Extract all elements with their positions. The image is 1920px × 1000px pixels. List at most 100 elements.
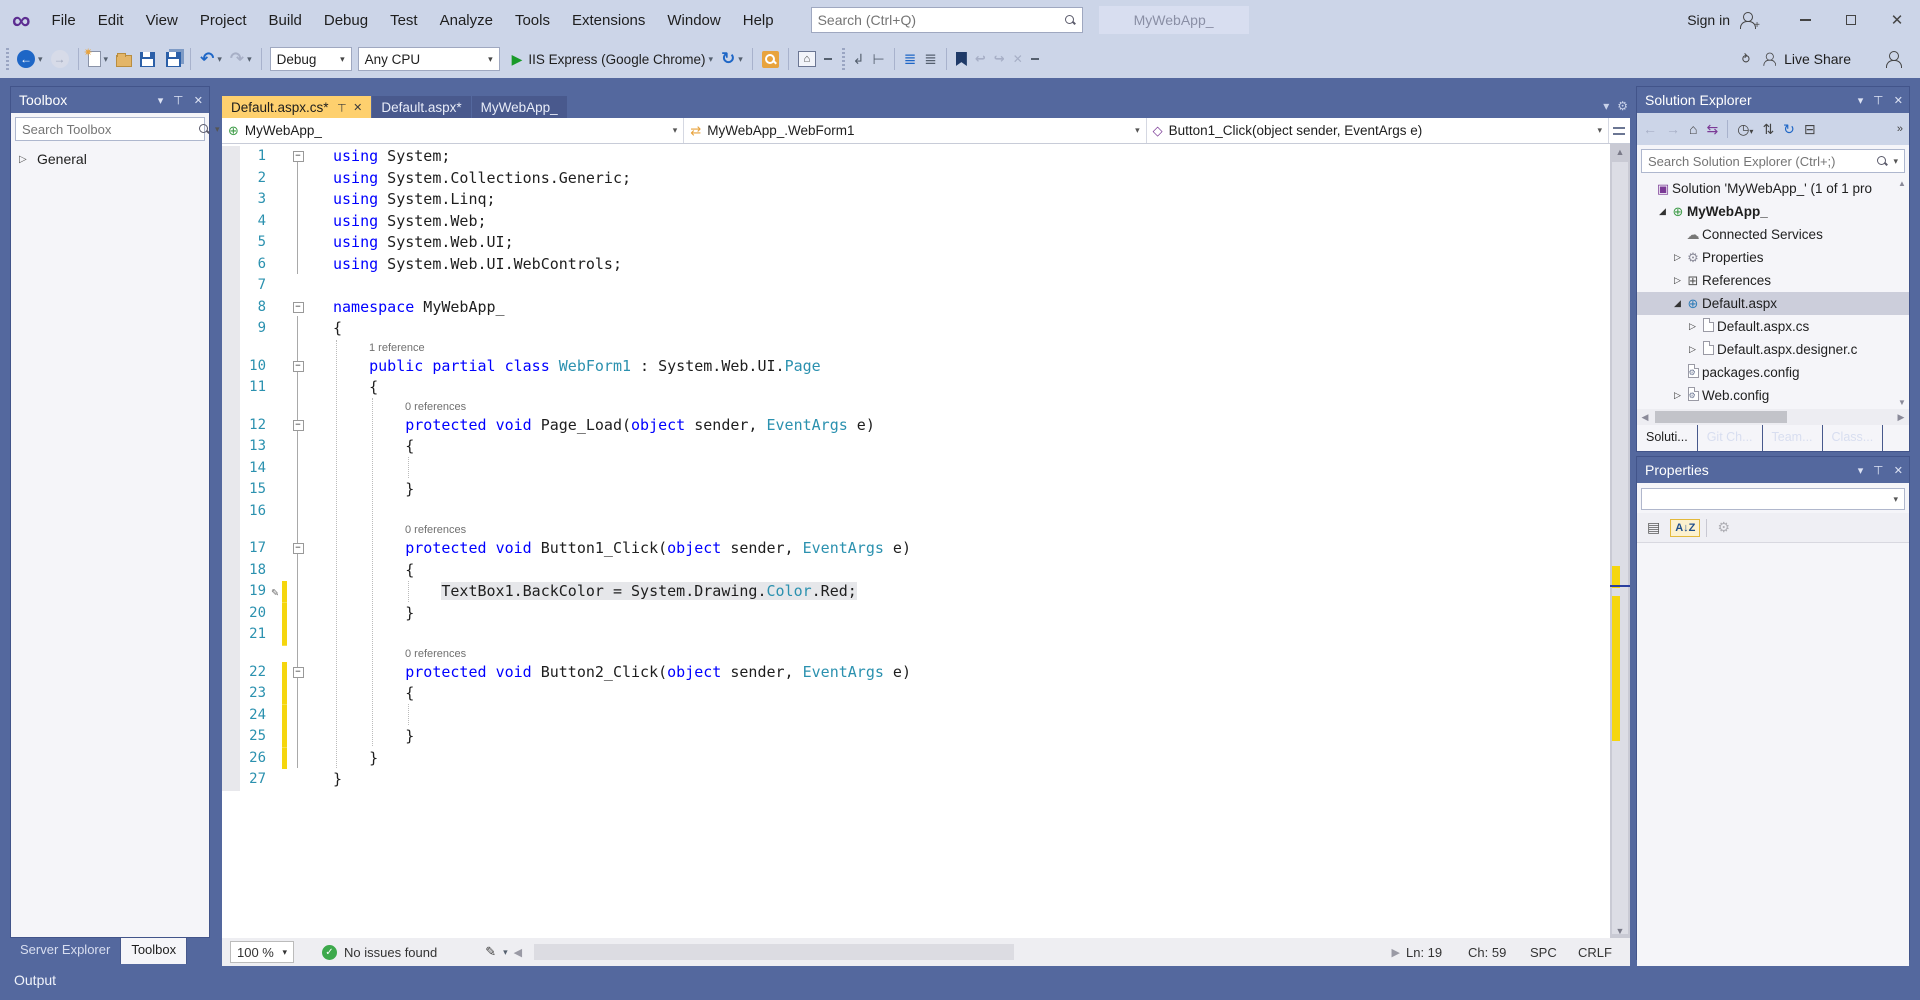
properties-window-menu-icon[interactable]: ▾ [1858, 464, 1864, 477]
code-line-25[interactable]: 25 } [222, 726, 1610, 748]
code-text[interactable]: TextBox1.BackColor = System.Drawing.Colo… [307, 581, 857, 603]
codelens-reference-label[interactable]: 0 references [307, 646, 466, 662]
codelens-reference-label[interactable]: 0 references [307, 522, 466, 538]
menu-test[interactable]: Test [379, 8, 429, 33]
uncomment-button[interactable]: ≣ [921, 47, 940, 71]
code-line-27[interactable]: 27} [222, 769, 1610, 791]
tree-item-default-aspx-cs[interactable]: ▷Default.aspx.cs [1637, 315, 1909, 338]
breakpoint-margin[interactable] [222, 232, 240, 254]
search-filter-dropdown-icon[interactable]: ▾ [1893, 156, 1898, 167]
breakpoint-margin[interactable] [222, 356, 240, 378]
navigate-to-button[interactable]: ↲ [850, 48, 868, 71]
se-collapse-all-icon[interactable]: ⊟ [1804, 121, 1816, 138]
solution-platform-select[interactable]: Any CPU▾ [358, 47, 500, 71]
codelens-reference-label[interactable]: 1 reference [307, 340, 425, 356]
menu-edit[interactable]: Edit [87, 8, 135, 33]
categorized-view-button[interactable]: ▤ [1643, 517, 1664, 538]
code-text[interactable]: using System; [307, 146, 450, 168]
breakpoint-margin[interactable] [222, 603, 240, 625]
column-indicator[interactable]: Ch: 59 [1468, 945, 1530, 960]
se-toolbar-overflow-icon[interactable]: » [1897, 123, 1903, 135]
codelens-reference-label[interactable]: 0 references [307, 399, 466, 415]
breakpoint-margin[interactable] [222, 254, 240, 276]
zoom-select[interactable]: 100 %▾ [230, 941, 294, 963]
breakpoint-margin[interactable] [222, 581, 240, 603]
tool-tab-toolbox[interactable]: Toolbox [121, 938, 187, 964]
panel-tab-class[interactable]: Class... [1823, 425, 1884, 451]
code-line-1[interactable]: 1−using System; [222, 146, 1610, 168]
menu-window[interactable]: Window [656, 8, 731, 33]
tree-item-default-aspx-designer-c[interactable]: ▷Default.aspx.designer.c [1637, 338, 1909, 361]
tree-item-packages-config[interactable]: packages.config [1637, 361, 1909, 384]
tree-scrollbar[interactable]: ▲▼ [1895, 177, 1909, 409]
type-dropdown[interactable]: ⇄ MyWebApp_.WebForm1 ▾ [684, 118, 1146, 143]
expander-open-icon[interactable]: ◢ [1671, 298, 1684, 309]
breakpoint-margin[interactable] [222, 211, 240, 233]
tab-close-icon[interactable]: ✕ [353, 101, 362, 114]
breakpoint-margin[interactable] [222, 705, 240, 727]
tree-item-web-config[interactable]: ▷Web.config [1637, 384, 1909, 407]
spaces-indicator[interactable]: SPC [1530, 945, 1578, 960]
line-ending-indicator[interactable]: CRLF [1578, 945, 1622, 960]
code-text[interactable]: { [307, 560, 414, 582]
code-text[interactable]: public partial class WebForm1 : System.W… [307, 356, 821, 378]
toolbox-item-general[interactable]: ▷General [11, 145, 209, 173]
code-text[interactable]: protected void Button2_Click(object send… [307, 662, 911, 684]
code-line-16[interactable]: 16 [222, 501, 1610, 523]
code-text[interactable]: } [307, 603, 414, 625]
breakpoint-margin[interactable] [222, 189, 240, 211]
undo-button[interactable]: ↶▾ [197, 46, 225, 72]
code-line-24[interactable]: 24 [222, 705, 1610, 727]
code-line-5[interactable]: 5using System.Web.UI; [222, 232, 1610, 254]
breakpoint-margin[interactable] [222, 769, 240, 791]
code-text[interactable]: using System.Collections.Generic; [307, 168, 631, 190]
redo-button[interactable]: ↷▾ [227, 46, 255, 72]
code-text[interactable]: protected void Page_Load(object sender, … [307, 415, 875, 437]
breakpoint-margin[interactable] [222, 726, 240, 748]
code-line-21[interactable]: 21 [222, 624, 1610, 646]
editor-horizontal-scrollbar[interactable] [528, 938, 1385, 966]
breakpoint-margin[interactable] [222, 377, 240, 399]
breakpoint-margin[interactable] [222, 297, 240, 319]
tree-horizontal-scrollbar[interactable]: ◀ ▶ [1637, 409, 1909, 425]
code-text[interactable] [307, 458, 333, 480]
quick-search-input[interactable] [818, 12, 1064, 28]
breakpoint-margin[interactable] [222, 560, 240, 582]
menu-debug[interactable]: Debug [313, 8, 379, 33]
document-tab-2[interactable]: Default.aspx* [372, 96, 470, 118]
toolbox-search-box[interactable]: ▾ [15, 117, 205, 141]
close-button[interactable]: ✕ [1874, 0, 1920, 40]
panel-tab-gitch[interactable]: Git Ch... [1698, 425, 1763, 451]
code-line-8[interactable]: 8−namespace MyWebApp_ [222, 297, 1610, 319]
code-text[interactable]: using System.Web.UI.WebControls; [307, 254, 622, 276]
code-text[interactable]: { [307, 318, 342, 340]
se-switch-views-icon[interactable]: ⇆ [1706, 121, 1718, 138]
restore-button[interactable] [1828, 0, 1874, 40]
code-editor[interactable]: 1−using System;2using System.Collections… [222, 144, 1630, 938]
codelens-reference-row[interactable]: 1 reference [222, 340, 1610, 356]
se-sync-with-active-document-icon[interactable]: ⇅ [1762, 121, 1774, 138]
code-text[interactable]: using System.Linq; [307, 189, 496, 211]
expander-closed-icon[interactable]: ▷ [1671, 390, 1684, 401]
breakpoint-margin[interactable] [222, 538, 240, 560]
breakpoint-margin[interactable] [222, 522, 240, 538]
code-text[interactable]: using System.Web; [307, 211, 487, 233]
tree-item-properties[interactable]: ▷⚙Properties [1637, 246, 1909, 269]
scrollbar-thumb[interactable] [1612, 162, 1628, 934]
editor-options-gear-icon[interactable]: ⚙ [1617, 99, 1628, 113]
code-line-11[interactable]: 11 { [222, 377, 1610, 399]
output-tab[interactable]: Output [14, 972, 56, 988]
document-tab-3[interactable]: MyWebApp_ [472, 96, 567, 118]
fold-collapse-box[interactable]: − [289, 356, 307, 378]
hscroll-left-icon[interactable]: ◀ [1637, 412, 1653, 423]
sign-in-button[interactable]: Sign in + [1687, 11, 1756, 29]
find-in-files-button[interactable] [759, 48, 782, 71]
code-text[interactable]: namespace MyWebApp_ [307, 297, 505, 319]
comment-button[interactable]: ≣ [901, 47, 920, 71]
quick-search-box[interactable] [811, 7, 1083, 33]
code-text[interactable]: } [307, 769, 342, 791]
save-button[interactable] [137, 49, 158, 70]
minimize-button[interactable] [1782, 0, 1828, 40]
search-filter-dropdown-icon[interactable]: ▾ [215, 124, 220, 135]
menu-help[interactable]: Help [732, 8, 785, 33]
